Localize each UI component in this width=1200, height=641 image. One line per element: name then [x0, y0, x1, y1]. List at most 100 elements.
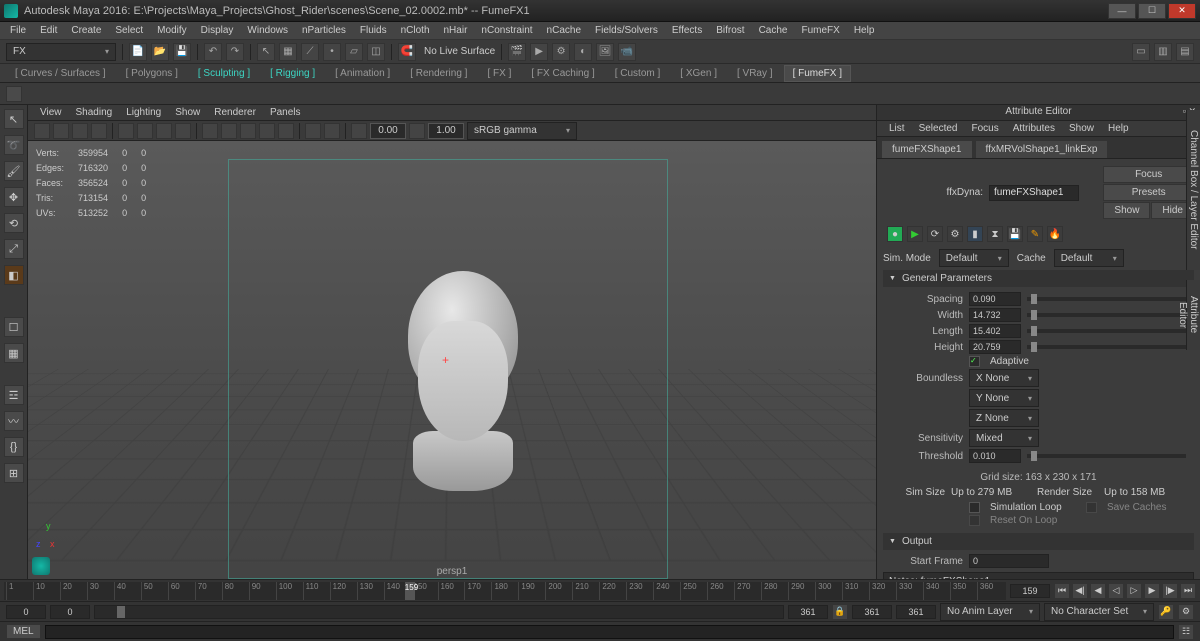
- menu-edit[interactable]: Edit: [34, 24, 63, 37]
- play-back-icon[interactable]: ◁: [1108, 583, 1124, 599]
- length-input[interactable]: [969, 324, 1021, 338]
- menu-display[interactable]: Display: [195, 24, 240, 37]
- vp-gamma-input[interactable]: [428, 123, 464, 139]
- attribute-editor-tab[interactable]: Attribute Editor: [1186, 280, 1200, 350]
- workspace-dropdown[interactable]: FX: [6, 43, 116, 61]
- sim-retime-icon[interactable]: ⧗: [987, 226, 1003, 242]
- four-pane-icon[interactable]: ▦: [4, 343, 24, 363]
- shelf-tab-sculpting[interactable]: [ Sculpting ]: [189, 65, 259, 82]
- vp-menu-renderer[interactable]: Renderer: [208, 107, 262, 118]
- shelf-tab-fxcaching[interactable]: [ FX Caching ]: [522, 65, 603, 82]
- sim-edit-icon[interactable]: ✎: [1027, 226, 1043, 242]
- attr-menu-focus[interactable]: Focus: [965, 123, 1004, 134]
- paint-select-icon[interactable]: 🖌: [4, 161, 24, 181]
- menu-modify[interactable]: Modify: [151, 24, 192, 37]
- shelf-tab-rendering[interactable]: [ Rendering ]: [401, 65, 476, 82]
- shelf-item-1-icon[interactable]: [6, 86, 22, 102]
- scale-tool-icon[interactable]: ⤢: [4, 239, 24, 259]
- boundless-y-dropdown[interactable]: Y None: [969, 389, 1039, 407]
- vp-resolution-gate-icon[interactable]: [156, 123, 172, 139]
- boundless-z-dropdown[interactable]: Z None: [969, 409, 1039, 427]
- shelf-tab-fumefx[interactable]: [ FumeFX ]: [784, 65, 851, 82]
- playback-end-input[interactable]: [788, 605, 828, 619]
- length-slider[interactable]: [1027, 329, 1186, 333]
- vp-menu-shading[interactable]: Shading: [70, 107, 119, 118]
- sim-cache-icon[interactable]: 💾: [1007, 226, 1023, 242]
- menu-fieldssolvers[interactable]: Fields/Solvers: [589, 24, 664, 37]
- command-input[interactable]: [45, 625, 1174, 639]
- prefs-icon[interactable]: ⚙: [1178, 604, 1194, 620]
- attr-menu-selected[interactable]: Selected: [913, 123, 964, 134]
- shelf-tab-animation[interactable]: [ Animation ]: [326, 65, 399, 82]
- vp-exposure-icon[interactable]: [351, 123, 367, 139]
- sim-mode-dropdown[interactable]: Default: [939, 249, 1009, 267]
- vp-use-lights-icon[interactable]: [259, 123, 275, 139]
- current-frame-input[interactable]: [1010, 584, 1050, 598]
- vp-gamma-icon[interactable]: [409, 123, 425, 139]
- vp-shadows-icon[interactable]: [278, 123, 294, 139]
- snap-plane-icon[interactable]: ▱: [345, 43, 363, 61]
- output-header[interactable]: Output: [883, 533, 1194, 550]
- menu-nhair[interactable]: nHair: [438, 24, 474, 37]
- step-forward-key-icon[interactable]: |▶: [1162, 583, 1178, 599]
- time-slider[interactable]: 1102030405060708090100110120130140150160…: [4, 582, 1006, 600]
- window-close-button[interactable]: ✕: [1168, 3, 1196, 19]
- menu-fluids[interactable]: Fluids: [354, 24, 393, 37]
- render-icon[interactable]: 🎬: [508, 43, 526, 61]
- vp-gate-mask-icon[interactable]: [175, 123, 191, 139]
- threshold-slider[interactable]: [1027, 454, 1186, 458]
- height-input[interactable]: [969, 340, 1021, 354]
- general-params-header[interactable]: General Parameters: [883, 270, 1194, 287]
- range-start-input[interactable]: [6, 605, 46, 619]
- sim-wavelet-icon[interactable]: ▮: [967, 226, 983, 242]
- go-end-icon[interactable]: ⏭: [1180, 583, 1196, 599]
- script-editor-button-icon[interactable]: ☷: [1178, 624, 1194, 640]
- range-end-input[interactable]: [852, 605, 892, 619]
- sensitivity-dropdown[interactable]: Mixed: [969, 429, 1039, 447]
- anim-layer-dropdown[interactable]: No Anim Layer: [940, 603, 1040, 621]
- shelf-tab-xgen[interactable]: [ XGen ]: [671, 65, 726, 82]
- outliner-icon[interactable]: ☲: [4, 385, 24, 405]
- sim-start-icon[interactable]: ●: [887, 226, 903, 242]
- vp-smooth-shade-icon[interactable]: [221, 123, 237, 139]
- vp-menu-view[interactable]: View: [34, 107, 68, 118]
- sim-loop-checkbox[interactable]: [969, 502, 980, 513]
- show-button[interactable]: Show: [1103, 202, 1150, 219]
- threshold-input[interactable]: [969, 449, 1021, 463]
- graph-editor-icon[interactable]: 〰: [4, 411, 24, 431]
- new-scene-icon[interactable]: 📄: [129, 43, 147, 61]
- attr-menu-attributes[interactable]: Attributes: [1007, 123, 1061, 134]
- vp-image-plane-icon[interactable]: [72, 123, 88, 139]
- vp-menu-lighting[interactable]: Lighting: [120, 107, 167, 118]
- vp-bookmark-icon[interactable]: [53, 123, 69, 139]
- select-tool-icon[interactable]: ↖: [257, 43, 275, 61]
- sim-play-icon[interactable]: ▶: [907, 226, 923, 242]
- toggle-panel-icon[interactable]: ▭: [1132, 43, 1150, 61]
- toggle-toolbox-icon[interactable]: ▥: [1154, 43, 1172, 61]
- time-cursor[interactable]: 159: [405, 582, 415, 600]
- vp-isolate-icon[interactable]: [305, 123, 321, 139]
- redo-icon[interactable]: ↷: [226, 43, 244, 61]
- spacing-slider[interactable]: [1027, 297, 1186, 301]
- sim-continue-icon[interactable]: ⟳: [927, 226, 943, 242]
- width-input[interactable]: [969, 308, 1021, 322]
- vp-colorspace-dropdown[interactable]: sRGB gamma: [467, 122, 577, 140]
- script-editor-icon[interactable]: {}: [4, 437, 24, 457]
- sim-settings-icon[interactable]: ⚙: [947, 226, 963, 242]
- step-forward-icon[interactable]: ▶: [1144, 583, 1160, 599]
- live-surface-icon[interactable]: 🧲: [398, 43, 416, 61]
- toggle-channels-icon[interactable]: ▤: [1176, 43, 1194, 61]
- snap-view-icon[interactable]: ◫: [367, 43, 385, 61]
- shelf-tab-rigging[interactable]: [ Rigging ]: [261, 65, 324, 82]
- vp-wireframe-icon[interactable]: [202, 123, 218, 139]
- script-lang-button[interactable]: MEL: [6, 624, 41, 639]
- menu-ncache[interactable]: nCache: [541, 24, 587, 37]
- select-tool-arrow-icon[interactable]: ↖: [4, 109, 24, 129]
- vp-menu-panels[interactable]: Panels: [264, 107, 307, 118]
- snap-point-icon[interactable]: •: [323, 43, 341, 61]
- window-minimize-button[interactable]: —: [1108, 3, 1136, 19]
- ffxdyna-input[interactable]: [989, 185, 1079, 201]
- shelf-tab-curvessurfaces[interactable]: [ Curves / Surfaces ]: [6, 65, 115, 82]
- menu-create[interactable]: Create: [65, 24, 107, 37]
- vp-exposure-input[interactable]: [370, 123, 406, 139]
